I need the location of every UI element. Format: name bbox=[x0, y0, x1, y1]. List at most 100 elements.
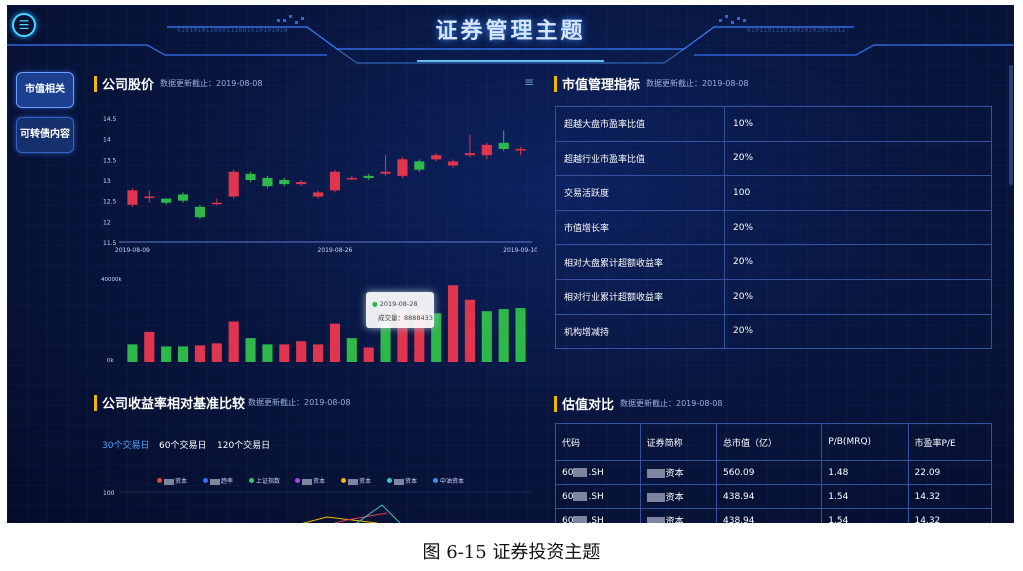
candle-body bbox=[262, 177, 273, 187]
table-row[interactable]: 60 .SH 资本 438.94 1.54 14.32 bbox=[555, 508, 992, 524]
return-compare-title: 公司收益率相对基准比较 bbox=[102, 397, 246, 412]
cell-market-cap: 560.09 bbox=[715, 460, 823, 485]
return-line-chart: 100 bbox=[103, 490, 532, 523]
y-tick-label: 14.5 bbox=[103, 116, 117, 123]
security-name: 资本 bbox=[665, 517, 684, 523]
series-line bbox=[332, 512, 388, 523]
column-header[interactable]: 代码 bbox=[555, 423, 641, 461]
code-prefix: 60 bbox=[562, 491, 574, 502]
valuation-header: 估值对比 数据更新截止：2019-08-08 bbox=[554, 394, 994, 414]
column-header[interactable]: 市盈率P/E bbox=[907, 423, 992, 461]
table-row[interactable]: 60 .SH 资本 438.94 1.54 14.32 bbox=[555, 484, 992, 509]
volume-bar bbox=[346, 338, 357, 362]
metric-value: 100 bbox=[724, 175, 992, 211]
volume-bar bbox=[161, 346, 172, 362]
metric-name: 超越大盘市盈率比值 bbox=[555, 106, 725, 142]
candle-body bbox=[431, 155, 442, 160]
tooltip-date: 2019-08-28 bbox=[379, 300, 418, 308]
volume-bar bbox=[228, 321, 239, 362]
x-tick-label: 2019-08-26 bbox=[318, 247, 353, 254]
volume-bar bbox=[279, 344, 290, 362]
code-suffix: .SH bbox=[588, 491, 604, 502]
cell-pb: 1.54 bbox=[821, 484, 909, 509]
redaction-mask bbox=[573, 491, 588, 501]
column-header[interactable]: P/B(MRQ) bbox=[821, 423, 909, 461]
volume-bar bbox=[296, 341, 307, 362]
volume-bar-chart: 40000k 0k bbox=[101, 277, 526, 364]
page-title: 证券管理主题 bbox=[435, 19, 586, 44]
y-tick-label: 13.5 bbox=[103, 157, 117, 164]
tab-30-days[interactable]: 30个交易日 bbox=[102, 438, 149, 451]
cell-name: 资本 bbox=[639, 484, 718, 509]
stock-price-header: 公司股价 数据更新截止：2019-08-08 ≡ bbox=[94, 74, 534, 94]
tab-120-days[interactable]: 120个交易日 bbox=[217, 438, 270, 451]
candle-body bbox=[414, 161, 425, 170]
volume-bar bbox=[481, 311, 492, 362]
metric-row: 市值增长率 20% bbox=[555, 209, 992, 246]
candle-body bbox=[329, 171, 340, 191]
code-prefix: 60 bbox=[562, 515, 574, 524]
metrics-table: 超越大盘市盈率比值 10% 超越行业市盈率比值 20% 交易活跃度 100 市值增长率 20%… bbox=[555, 106, 992, 350]
stock-price-update-note: 数据更新截止：2019-08-08 bbox=[160, 79, 263, 88]
metrics-update-note: 数据更新截止：2019-08-08 bbox=[646, 79, 749, 88]
metric-row: 机构增减持 20% bbox=[555, 313, 992, 350]
candle-body bbox=[363, 175, 374, 178]
valuation-update-note: 数据更新截止：2019-08-08 bbox=[620, 399, 723, 408]
code-prefix: 60 bbox=[562, 467, 574, 478]
cell-pb: 1.48 bbox=[821, 460, 909, 485]
cell-code: 60 .SH bbox=[555, 508, 641, 524]
redaction-mask bbox=[573, 515, 588, 523]
candle-body bbox=[245, 173, 256, 180]
tooltip-volume: 成交量：8888433 bbox=[378, 314, 433, 322]
metric-value: 20% bbox=[724, 278, 992, 315]
cell-pe: 14.32 bbox=[907, 484, 992, 509]
dashboard-screen: ☰ 010101011000111001010101010 0101101110… bbox=[7, 5, 1014, 523]
y-tick-label: 12 bbox=[103, 219, 111, 226]
table-row[interactable]: 60 .SH 资本 560.09 1.48 22.09 bbox=[555, 460, 992, 485]
candle-body bbox=[144, 196, 155, 199]
column-header[interactable]: 证券简称 bbox=[639, 423, 718, 461]
volume-bar bbox=[515, 308, 526, 362]
redaction-mask bbox=[646, 469, 665, 478]
metric-name: 交易活跃度 bbox=[555, 175, 725, 211]
chart-menu-icon[interactable]: ≡ bbox=[524, 75, 534, 89]
volume-tooltip: ● 2019-08-28 成交量：8888433 bbox=[366, 292, 434, 328]
tab-60-days[interactable]: 60个交易日 bbox=[159, 438, 206, 451]
metric-value: 20% bbox=[724, 209, 992, 246]
sidebar-item-market-value[interactable]: 市值相关 bbox=[16, 72, 74, 108]
cell-code: 60 .SH bbox=[555, 460, 641, 485]
metric-row: 超越行业市盈率比值 20% bbox=[555, 140, 992, 177]
candle-body bbox=[448, 161, 459, 166]
x-tick-label: 2019-08-09 bbox=[115, 247, 150, 254]
metric-name: 机构增减持 bbox=[555, 313, 725, 350]
volume-bar bbox=[127, 344, 138, 362]
sidebar-item-convertible-bonds[interactable]: 可转债内容 bbox=[16, 117, 74, 153]
volume-bar bbox=[178, 346, 189, 362]
return-compare-update-note: 数据更新截止：2019-08-08 bbox=[248, 398, 351, 407]
metric-name: 相对大盘累计超额收益率 bbox=[555, 244, 725, 280]
candle-body bbox=[313, 192, 324, 197]
cell-pe: 22.09 bbox=[907, 460, 992, 485]
candle-body bbox=[380, 171, 391, 174]
candle-body bbox=[481, 144, 492, 156]
candle-body bbox=[127, 190, 138, 205]
y-tick-label: 13 bbox=[103, 178, 111, 185]
volume-bar bbox=[498, 309, 509, 362]
metrics-title: 市值管理指标 bbox=[562, 78, 641, 93]
volume-bar bbox=[448, 285, 459, 362]
candle-body bbox=[498, 142, 509, 149]
volume-bar bbox=[329, 323, 340, 362]
column-header[interactable]: 总市值（亿） bbox=[715, 423, 823, 461]
metric-value: 20% bbox=[724, 140, 992, 177]
header-bar: ☰ 010101011000111001010101010 0101101110… bbox=[7, 5, 1014, 64]
y-tick-label: 12.5 bbox=[103, 199, 117, 206]
valuation-table: 代码 证券简称 总市值（亿） P/B(MRQ) 市盈率P/E 60 .SH 资本 560.09 1… bbox=[555, 423, 992, 523]
volume-bar bbox=[464, 299, 475, 362]
candle-body bbox=[228, 171, 239, 197]
scrollbar[interactable] bbox=[1009, 65, 1013, 185]
metric-row: 相对行业累计超额收益率 20% bbox=[555, 278, 992, 315]
candle-body bbox=[211, 202, 222, 205]
valuation-title: 估值对比 bbox=[562, 398, 615, 413]
redaction-mask bbox=[646, 517, 665, 523]
return-compare-header: 公司收益率相对基准比较 数据更新截止：2019-08-08 bbox=[94, 393, 534, 413]
